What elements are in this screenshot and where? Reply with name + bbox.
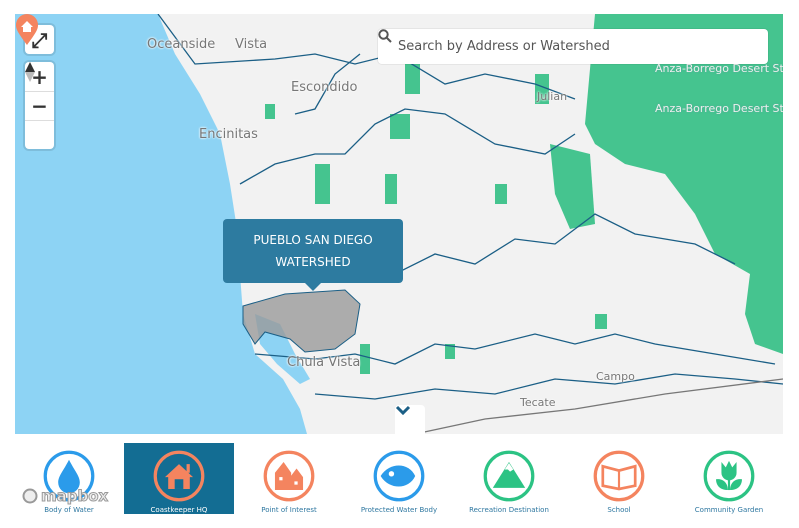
- fish-icon: [373, 450, 425, 502]
- legend-item-label: Body of Water: [44, 506, 94, 514]
- legend-bar: Body of Water Coastkeeper HQ Point of Inte…: [14, 443, 784, 514]
- legend-item-community-garden[interactable]: Community Garden: [674, 443, 784, 514]
- zoom-out-button[interactable]: −: [25, 91, 54, 120]
- popup-title: PUEBLO SAN DIEGO WATERSHED: [253, 233, 373, 269]
- legend-item-label: School: [607, 506, 631, 514]
- compass-button[interactable]: [25, 62, 54, 149]
- tulip-icon: [703, 450, 755, 502]
- label-oceanside: Oceanside: [147, 37, 216, 52]
- legend-item-label: Coastkeeper HQ: [150, 506, 208, 514]
- mapbox-icon: [22, 488, 38, 504]
- legend-item-protected-water-body[interactable]: Protected Water Body: [344, 443, 454, 514]
- label-escondido: Escondido: [291, 80, 358, 95]
- legend-item-label: Community Garden: [694, 506, 764, 514]
- search-icon: [378, 29, 392, 43]
- watershed-popup: PUEBLO SAN DIEGO WATERSHED: [223, 219, 403, 291]
- search-bar: [378, 29, 768, 64]
- mapbox-logo[interactable]: mapbox: [22, 487, 109, 506]
- label-chula-vista: Chula Vista: [287, 355, 361, 370]
- legend-item-coastkeeper-hq[interactable]: Coastkeeper HQ: [124, 443, 234, 514]
- zoom-controls: + −: [25, 62, 54, 149]
- book-icon: [593, 450, 645, 502]
- compass-icon: [25, 62, 35, 82]
- map[interactable]: Oceanside Vista Escondido Encinitas Juli…: [15, 14, 783, 434]
- house-icon: [153, 450, 205, 502]
- collapse-legend-button[interactable]: [395, 405, 425, 434]
- label-tecate: Tecate: [520, 396, 556, 409]
- legend-item-label: Protected Water Body: [360, 506, 438, 514]
- label-anza-borrego-wilderness: Anza-Borrego Desert State Wilderness: [655, 102, 783, 115]
- mapbox-wordmark: mapbox: [40, 487, 109, 506]
- legend-item-recreation-destination[interactable]: Recreation Destination: [454, 443, 564, 514]
- legend-item-school[interactable]: School: [564, 443, 674, 514]
- label-campo: Campo: [596, 370, 635, 383]
- label-anza-borrego-park: Anza-Borrego Desert State Park: [655, 62, 783, 75]
- coastkeeper-hq-marker[interactable]: [15, 14, 39, 46]
- label-vista: Vista: [235, 37, 268, 52]
- buildings-icon: [263, 450, 315, 502]
- search-input[interactable]: [398, 39, 738, 54]
- label-encinitas: Encinitas: [199, 127, 258, 142]
- label-julian: Julian: [537, 90, 568, 103]
- chevron-down-icon: [395, 405, 411, 415]
- mountain-icon: [483, 450, 535, 502]
- legend-item-label: Point of Interest: [261, 506, 317, 514]
- legend-item-label: Recreation Destination: [469, 506, 549, 514]
- legend-item-point-of-interest[interactable]: Point of Interest: [234, 443, 344, 514]
